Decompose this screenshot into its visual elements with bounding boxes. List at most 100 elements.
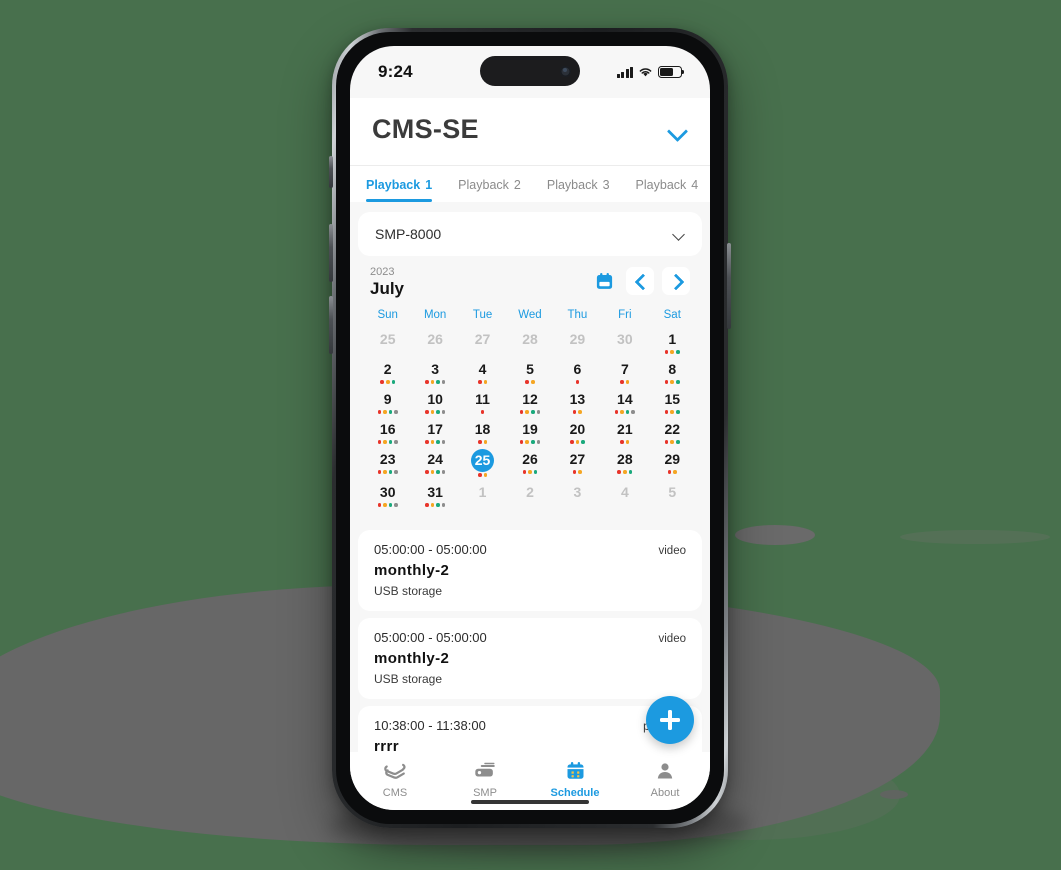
- calendar-day[interactable]: 13: [554, 388, 601, 418]
- schedule-dot-o: [578, 410, 583, 414]
- main-content: SMP-8000 2023 July Sun Mon Tue Wed Thu F…: [350, 212, 710, 758]
- calendar-day[interactable]: 14: [601, 388, 648, 418]
- calendar-day-selected[interactable]: 25: [459, 448, 506, 481]
- calendar-day[interactable]: 3: [554, 481, 601, 511]
- calendar-next-month-button[interactable]: [662, 267, 690, 295]
- schedule-dot-g: [436, 440, 440, 444]
- calendar-day[interactable]: 22: [649, 418, 696, 448]
- calendar-day[interactable]: 26: [506, 448, 553, 481]
- calendar-day[interactable]: 5: [506, 358, 553, 388]
- calendar-day[interactable]: 20: [554, 418, 601, 448]
- calendar-day[interactable]: 26: [411, 328, 458, 358]
- calendar-day-indicator-dots: [601, 348, 648, 356]
- calendar-day-number: 25: [379, 331, 396, 347]
- nav-item-about[interactable]: About: [620, 758, 710, 799]
- schedule-dot-o: [528, 470, 532, 474]
- calendar-day[interactable]: 25: [364, 328, 411, 358]
- schedule-dot-r: [522, 470, 527, 474]
- calendar-day-indicator-dots: [506, 378, 553, 386]
- schedule-dot-g: [436, 503, 440, 507]
- calendar-day-indicator-dots: [649, 501, 696, 509]
- calendar-day-indicator-dots: [601, 438, 648, 446]
- calendar-day[interactable]: 29: [554, 328, 601, 358]
- calendar-day-number: 21: [617, 421, 633, 437]
- schedule-dot-o: [530, 380, 535, 384]
- event-card[interactable]: 05:00:00 - 05:00:00 video monthly-2 USB sto…: [358, 618, 702, 699]
- calendar-day[interactable]: 12: [506, 388, 553, 418]
- calendar-day-number: 16: [379, 421, 396, 437]
- calendar-day-indicator-dots: [411, 348, 458, 356]
- calendar-day[interactable]: 19: [506, 418, 553, 448]
- calendar-day[interactable]: 27: [554, 448, 601, 481]
- calendar-day[interactable]: 2: [506, 481, 553, 511]
- tab-playback-2[interactable]: Playback 2: [458, 166, 521, 202]
- calendar-day[interactable]: 8: [649, 358, 696, 388]
- calendar-day[interactable]: 4: [459, 358, 506, 388]
- calendar-today-button[interactable]: [590, 267, 618, 295]
- schedule-dot-o: [385, 380, 390, 384]
- signal-bars-icon: [616, 66, 633, 78]
- calendar-day-number: 12: [522, 391, 538, 407]
- calendar-day[interactable]: 27: [459, 328, 506, 358]
- event-card-header: 05:00:00 - 05:00:00 video: [374, 630, 686, 645]
- calendar-day[interactable]: 21: [601, 418, 648, 448]
- calendar-day[interactable]: 1: [649, 328, 696, 358]
- calendar-day[interactable]: 18: [459, 418, 506, 448]
- tab-playback-4[interactable]: Playback 4: [636, 166, 699, 202]
- volume-up-button[interactable]: [329, 224, 333, 282]
- nav-item-smp[interactable]: SMP: [440, 758, 530, 799]
- calendar-day-indicator-dots: [364, 438, 411, 446]
- calendar-day[interactable]: 7: [601, 358, 648, 388]
- calendar-day-number: 5: [526, 361, 534, 377]
- calendar-day[interactable]: 15: [649, 388, 696, 418]
- nav-item-schedule[interactable]: Schedule: [530, 758, 620, 799]
- background-blob: [880, 790, 908, 799]
- calendar-day[interactable]: 24: [411, 448, 458, 481]
- schedule-dot-r: [667, 470, 672, 474]
- calendar-day[interactable]: 30: [601, 328, 648, 358]
- schedule-dot-r: [477, 380, 482, 384]
- silent-switch-button[interactable]: [329, 156, 333, 188]
- calendar-day[interactable]: 28: [506, 328, 553, 358]
- calendar-day[interactable]: 23: [364, 448, 411, 481]
- power-button[interactable]: [727, 243, 731, 329]
- calendar-day[interactable]: 4: [601, 481, 648, 511]
- schedule-dot-r: [424, 440, 429, 444]
- calendar-day[interactable]: 31: [411, 481, 458, 511]
- calendar-day[interactable]: 11: [459, 388, 506, 418]
- tab-playback-1[interactable]: Playback 1: [366, 166, 433, 202]
- chevron-down-icon: [673, 228, 685, 240]
- calendar-day[interactable]: 9: [364, 388, 411, 418]
- calendar-day[interactable]: 10: [411, 388, 458, 418]
- calendar-day-number: 19: [522, 421, 538, 437]
- event-card-header: 05:00:00 - 05:00:00 video: [374, 542, 686, 557]
- calendar-day-indicator-dots: [411, 468, 458, 476]
- chevron-down-icon[interactable]: [668, 120, 688, 140]
- schedule-dot-x: [536, 440, 541, 444]
- calendar-day[interactable]: 1: [459, 481, 506, 511]
- calendar-day[interactable]: 30: [364, 481, 411, 511]
- event-source: USB storage: [374, 584, 443, 598]
- calendar-day[interactable]: 29: [649, 448, 696, 481]
- schedule-dot-o: [383, 440, 387, 444]
- calendar-day-indicator-dots: [601, 408, 648, 416]
- event-card[interactable]: 05:00:00 - 05:00:00 video monthly-2 USB sto…: [358, 530, 702, 611]
- device-selector[interactable]: SMP-8000: [358, 212, 702, 256]
- calendar-day[interactable]: 3: [411, 358, 458, 388]
- calendar-icon: [567, 762, 583, 779]
- calendar-day[interactable]: 6: [554, 358, 601, 388]
- calendar-day[interactable]: 2: [364, 358, 411, 388]
- schedule-dot-x: [394, 503, 398, 507]
- add-schedule-fab-button[interactable]: [646, 696, 694, 744]
- tab-playback-3[interactable]: Playback 3: [547, 166, 610, 202]
- calendar-day[interactable]: 28: [601, 448, 648, 481]
- schedule-dot-o: [525, 410, 529, 414]
- volume-down-button[interactable]: [329, 296, 333, 354]
- calendar-day[interactable]: 16: [364, 418, 411, 448]
- calendar-prev-month-button[interactable]: [626, 267, 654, 295]
- nav-item-cms[interactable]: CMS: [350, 758, 440, 799]
- calendar-day[interactable]: 5: [649, 481, 696, 511]
- calendar-day[interactable]: 17: [411, 418, 458, 448]
- calendar-day-number: 6: [573, 361, 582, 377]
- tab-number: 4: [691, 178, 699, 192]
